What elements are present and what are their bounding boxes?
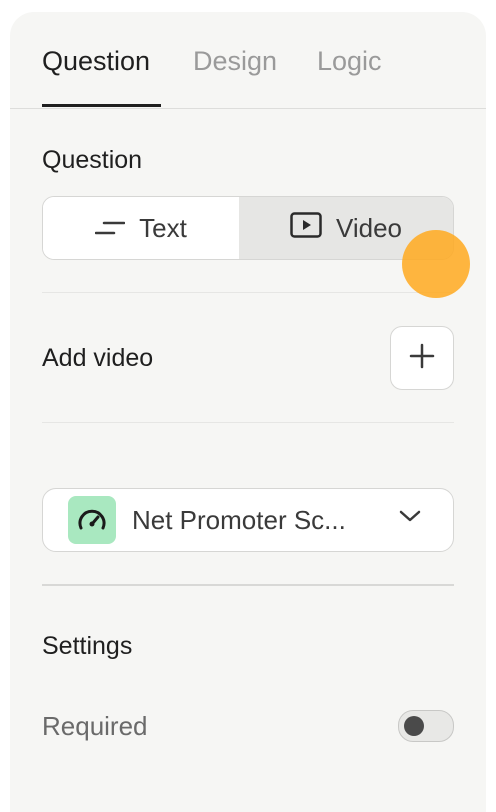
add-video-button[interactable]	[390, 326, 454, 390]
tab-bar: Question Design Logic	[10, 12, 486, 109]
toggle-knob	[404, 716, 424, 736]
question-type-select[interactable]: Net Promoter Sc...	[42, 488, 454, 552]
add-video-label: Add video	[42, 344, 154, 372]
gauge-icon	[68, 496, 116, 544]
active-tab-indicator	[42, 104, 161, 107]
section-divider	[42, 292, 454, 293]
chevron-down-icon	[399, 509, 421, 528]
segment-video-label: Video	[335, 212, 403, 243]
required-label: Required	[42, 711, 148, 741]
section-divider	[42, 422, 454, 423]
question-format-switch: Text Video	[42, 196, 454, 260]
segment-video[interactable]: Video	[239, 197, 453, 259]
video-play-icon	[290, 211, 322, 245]
settings-title: Settings	[42, 632, 133, 660]
question-section-title: Question	[42, 146, 143, 174]
plus-icon	[409, 343, 435, 374]
tab-design[interactable]: Design	[193, 44, 277, 78]
settings-divider	[42, 584, 454, 586]
tab-logic[interactable]: Logic	[317, 44, 382, 78]
segment-text-label: Text	[139, 212, 187, 243]
question-editor-panel: Question Design Logic Question Text Vide…	[10, 12, 486, 812]
required-toggle[interactable]	[398, 710, 454, 742]
question-type-label: Net Promoter Sc...	[132, 505, 346, 535]
tab-question[interactable]: Question	[42, 44, 150, 78]
segment-text[interactable]: Text	[43, 197, 239, 259]
text-lines-icon	[94, 213, 126, 244]
